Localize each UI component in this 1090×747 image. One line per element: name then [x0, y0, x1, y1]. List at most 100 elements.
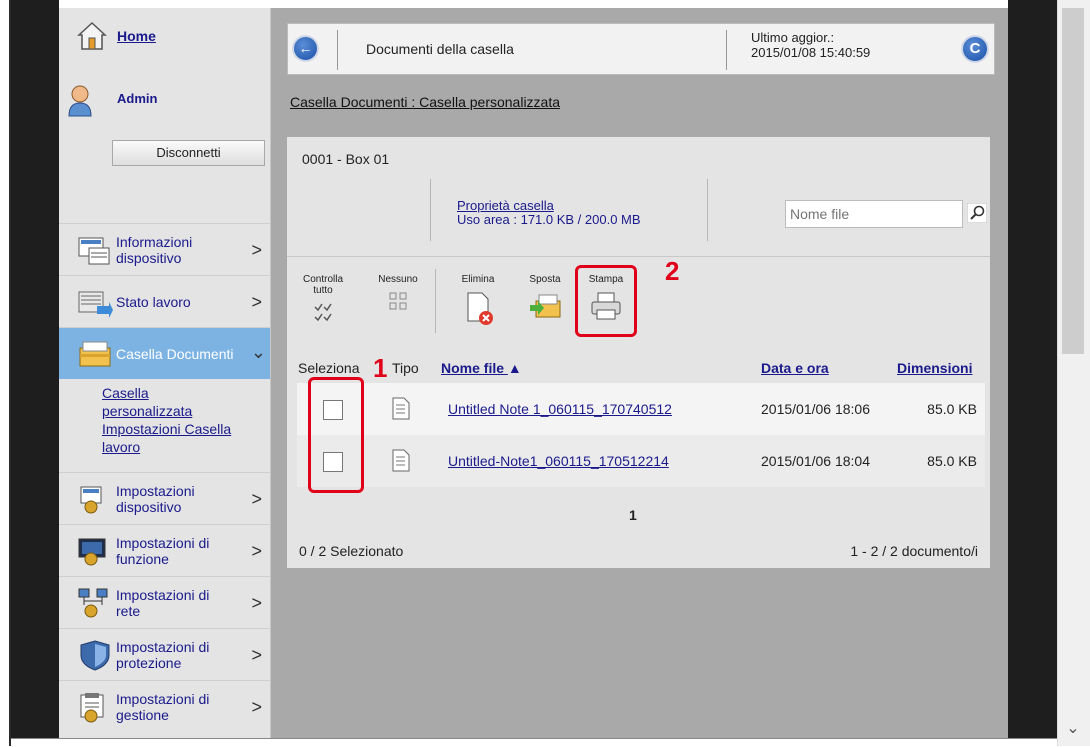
sublink-job-box-settings[interactable]: Impostazioni Casella lavoro [102, 420, 262, 456]
shield-icon [80, 640, 110, 671]
sort-ascending-icon: ▲ [507, 360, 522, 376]
sidebar-item-label: Impostazioni di protezione [116, 639, 210, 671]
chevron-right-icon: > [251, 541, 262, 561]
file-size: 85.0 KB [927, 453, 977, 469]
column-header-filename-label: Nome file [441, 360, 505, 376]
check-all-label: Controlla tutto [302, 274, 344, 296]
device-info-icon [78, 237, 110, 265]
sidebar-item-label: Impostazioni di gestione [116, 691, 210, 723]
check-all-icon [314, 303, 332, 322]
scrollbar-thumb[interactable] [1062, 8, 1084, 354]
callout-number-2: 2 [665, 256, 680, 286]
sidebar-item-label: Informazioni dispositivo [116, 234, 193, 266]
home-icon[interactable] [77, 21, 107, 51]
select-none-button[interactable]: Nessuno [377, 274, 419, 311]
page-background-right [1008, 0, 1057, 746]
table-row[interactable]: Untitled Note 1_060115_170740512 2015/01… [297, 383, 985, 435]
delete-label: Elimina [461, 274, 495, 285]
callout-highlight-print [575, 265, 637, 337]
selected-count: 0 / 2 Selezionato [299, 543, 404, 559]
header-bar: ← Documenti della casella Ultimo aggior.… [287, 23, 995, 75]
sidebar-item-function-settings[interactable]: Impostazioni di funzione > [59, 524, 270, 576]
chevron-right-icon: > [251, 489, 262, 509]
column-header-size[interactable]: Dimensioni [897, 360, 972, 376]
search-icon[interactable] [967, 203, 987, 223]
document-icon [392, 449, 410, 472]
chevron-right-icon: > [251, 292, 262, 312]
chevron-right-icon: > [251, 593, 262, 613]
box-properties-link[interactable]: Proprietà casella [457, 199, 554, 213]
column-header-date[interactable]: Data e ora [761, 360, 829, 376]
chevron-right-icon: > [251, 697, 262, 717]
user-name: Admin [117, 91, 158, 106]
sidebar-item-document-box[interactable]: Casella Documenti ⌄ [59, 327, 270, 379]
move-icon [530, 294, 561, 318]
refresh-icon[interactable]: C [961, 35, 989, 63]
callout-highlight-checkboxes [308, 377, 364, 493]
function-settings-icon [78, 538, 106, 566]
user-row: Admin [59, 76, 270, 117]
page-background-left [11, 0, 59, 746]
sidebar-item-label: Casella Documenti [116, 346, 234, 362]
sidebar-item-job-status[interactable]: Stato lavoro > [59, 275, 270, 327]
logout-button[interactable]: Disconnetti [112, 140, 265, 166]
document-box-icon [79, 341, 111, 367]
sidebar-item-network-settings[interactable]: Impostazioni di rete > [59, 576, 270, 628]
window-left-edge [0, 0, 11, 746]
divider [707, 179, 708, 241]
file-size: 85.0 KB [927, 401, 977, 417]
divider [430, 179, 431, 241]
sidebar-item-label: Stato lavoro [116, 294, 191, 310]
management-settings-icon [80, 693, 104, 723]
network-settings-icon [78, 588, 108, 618]
select-none-label: Nessuno [378, 274, 418, 285]
document-count: 1 - 2 / 2 documento/i [850, 543, 978, 559]
column-header-filename[interactable]: Nome file ▲ [441, 360, 522, 376]
sidebar-item-device-info[interactable]: Informazioni dispositivo > [59, 223, 270, 275]
document-icon [392, 397, 410, 420]
file-name-link[interactable]: Untitled-Note1_060115_170512214 [448, 453, 669, 469]
file-name-link[interactable]: Untitled Note 1_060115_170740512 [448, 401, 672, 417]
main-content: ← Documenti della casella Ultimo aggior.… [271, 8, 1008, 738]
file-date: 2015/01/06 18:04 [761, 453, 870, 469]
window-top-edge [0, 0, 1090, 8]
sidebar-subnav: Casella personalizzata Impostazioni Case… [59, 380, 270, 472]
scroll-down-arrow-icon[interactable]: ⌄ [1062, 718, 1084, 740]
callout-number-1: 1 [373, 353, 388, 383]
delete-icon [467, 292, 493, 325]
chevron-right-icon: > [251, 240, 262, 260]
table-row[interactable]: Untitled-Note1_060115_170512214 2015/01/… [297, 435, 985, 487]
document-box-panel: 0001 - Box 01 Proprietà casella Uso area… [287, 137, 990, 568]
header-divider [726, 30, 727, 70]
column-header-type: Tipo [392, 360, 419, 376]
chevron-right-icon: > [251, 645, 262, 665]
divider [435, 269, 436, 333]
divider [287, 256, 990, 257]
last-update-value: 2015/01/08 15:40:59 [751, 45, 871, 60]
sidebar-item-management-settings[interactable]: Impostazioni di gestione > [59, 680, 270, 732]
box-title: 0001 - Box 01 [302, 151, 390, 167]
delete-button[interactable]: Elimina [460, 274, 496, 325]
page-number[interactable]: 1 [629, 507, 637, 523]
sidebar-item-device-settings[interactable]: Impostazioni dispositivo > [59, 472, 270, 524]
storage-usage: Uso area : 171.0 KB / 200.0 MB [457, 212, 641, 227]
sidebar-item-label: Impostazioni di rete [116, 587, 210, 619]
move-button[interactable]: Sposta [527, 274, 563, 321]
column-header-select: Seleziona [298, 360, 360, 376]
breadcrumb[interactable]: Casella Documenti : Casella personalizza… [290, 94, 560, 110]
last-update: Ultimo aggior.: 2015/01/08 15:40:59 [751, 30, 870, 60]
move-label: Sposta [529, 274, 561, 285]
filename-search-input[interactable] [785, 200, 963, 228]
check-all-button[interactable]: Controlla tutto [295, 274, 351, 322]
back-arrow-icon[interactable]: ← [292, 35, 319, 62]
sidebar: Home Admin Disconnetti Informazioni disp… [59, 8, 271, 738]
file-date: 2015/01/06 18:06 [761, 401, 870, 417]
sidebar-item-label: Impostazioni dispositivo [116, 483, 195, 515]
device-settings-icon [80, 486, 102, 514]
header-divider [337, 30, 338, 70]
job-status-icon [78, 291, 113, 318]
sublink-custom-box[interactable]: Casella personalizzata [102, 384, 212, 420]
select-none-icon [389, 292, 407, 310]
home-link[interactable]: Home [117, 28, 156, 44]
sidebar-item-security-settings[interactable]: Impostazioni di protezione > [59, 628, 270, 680]
